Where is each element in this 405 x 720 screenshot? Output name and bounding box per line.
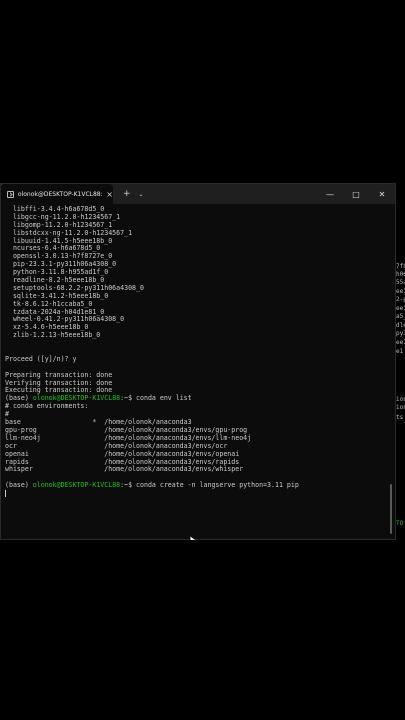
background-window-edge: 7f8h0655aee12-pee1a5_dlepy3ee1e1ionionts… — [396, 183, 405, 540]
background-text: a5_ — [396, 313, 405, 320]
background-text: ion — [396, 396, 405, 403]
tab-title: olonok@DESKTOP-K1VCL88: ~ — [17, 190, 103, 198]
prompt-path: :~$ — [120, 481, 137, 490]
background-text: h06 — [396, 271, 405, 278]
scrollbar[interactable] — [390, 484, 392, 534]
close-button[interactable]: ✕ — [369, 184, 395, 204]
background-text: 55a — [396, 279, 405, 286]
chevron-down-icon[interactable]: ⌄ — [139, 191, 144, 198]
video-letterbox-bottom — [0, 540, 405, 720]
prompt-cmd: conda env list — [136, 394, 192, 403]
new-tab-button[interactable]: + — [123, 189, 131, 199]
prompt-cmd: conda create -n langserve python=3.11 pi… — [136, 481, 299, 490]
video-letterbox-top — [0, 0, 405, 183]
window-controls: — □ ✕ — [317, 184, 395, 204]
env-list-line: # conda environments: — [5, 402, 89, 411]
background-text: ee1 — [396, 305, 405, 312]
tab-terminal[interactable]: olonok@DESKTOP-K1VCL88: ~ × — [1, 184, 113, 204]
background-text: ee1 — [396, 288, 405, 295]
terminal-window[interactable]: olonok@DESKTOP-K1VCL88: ~ × + ⌄ — □ ✕ li… — [0, 183, 396, 540]
background-text: ts — [396, 414, 404, 421]
background-text: ion — [396, 404, 405, 411]
cursor-line — [5, 490, 385, 498]
background-text: dle — [396, 322, 405, 329]
terminal-icon — [7, 190, 14, 198]
title-bar: olonok@DESKTOP-K1VCL88: ~ × + ⌄ — □ ✕ — [1, 184, 395, 204]
tab-close-button[interactable]: × — [106, 190, 113, 199]
background-text: py3 — [396, 330, 405, 337]
prompt-user: olonok@DESKTOP-K1VCL88 — [32, 481, 121, 490]
prompt-base: (base) — [5, 481, 33, 490]
prompt-path: :~$ — [120, 394, 137, 403]
terminal-line: Proceed ([y]/n)? y — [5, 354, 77, 363]
background-text: 7f8 — [396, 263, 405, 270]
background-text: ee1 — [396, 339, 405, 346]
background-text: TO — [396, 520, 404, 527]
background-text: e1 — [396, 348, 404, 355]
background-text: 2-p — [396, 296, 405, 303]
prompt-base: (base) — [5, 394, 33, 403]
terminal-output[interactable]: libffi-3.4.4-h6a678d5_0 libgcc-ng-11.2.0… — [5, 205, 385, 498]
prompt-line: (base) olonok@DESKTOP-K1VCL88:~$ conda c… — [5, 481, 385, 490]
minimize-button[interactable]: — — [317, 184, 343, 204]
maximize-button[interactable]: □ — [343, 184, 369, 204]
text-cursor — [5, 490, 6, 498]
terminal-line: zlib-1.2.13-h5eee18b_0 — [5, 331, 101, 340]
env-list-line: whisper /home/olonok/anaconda3/envs/whis… — [5, 465, 244, 474]
prompt-user: olonok@DESKTOP-K1VCL88 — [32, 394, 121, 403]
